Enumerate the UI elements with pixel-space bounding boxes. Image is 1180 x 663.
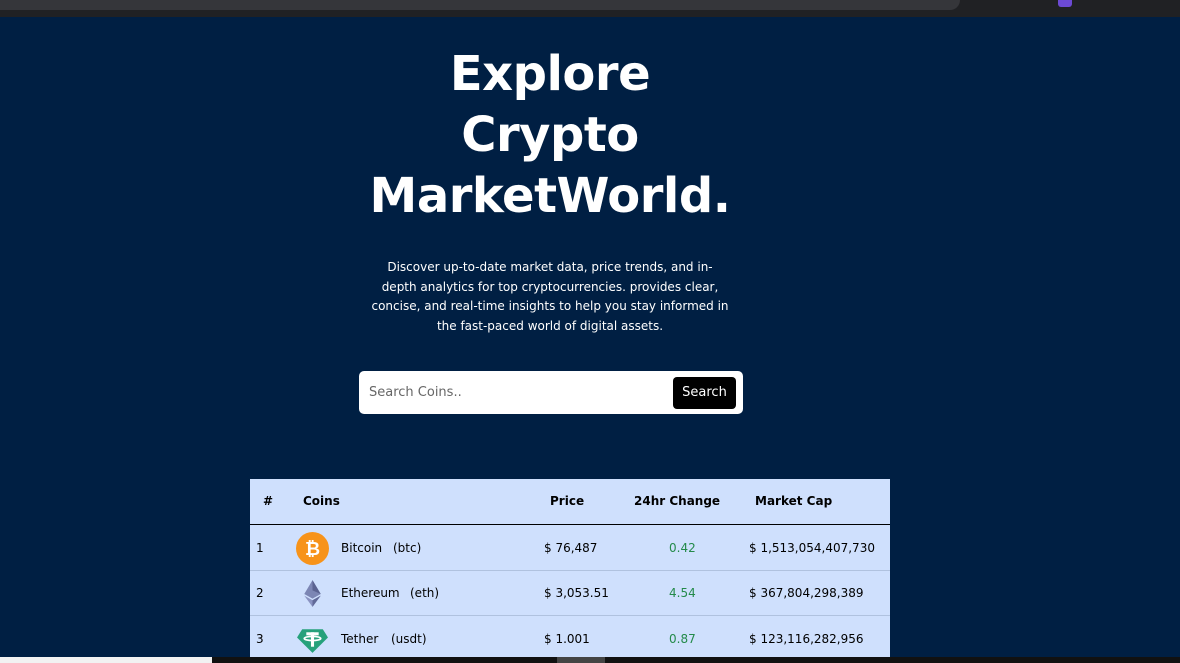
taskbar-segment: [557, 657, 605, 663]
market-cap-cell: $ 367,804,298,389: [749, 586, 864, 600]
table-row[interactable]: 1 ₿ Bitcoin (btc) $ 76,487 0.42 $ 1,513,…: [250, 525, 890, 571]
svg-text:₿: ₿: [305, 539, 320, 560]
search-input[interactable]: [369, 379, 669, 406]
hero-title-line: Explore: [449, 46, 651, 102]
rank-cell: 3: [256, 632, 264, 646]
hero-title-line: MarketWorld.: [369, 168, 731, 224]
hero-description: Discover up-to-date market data, price t…: [371, 260, 729, 333]
coin-name: Ethereum: [341, 586, 400, 600]
price-cell: $ 76,487: [544, 541, 598, 555]
rank-cell: 2: [256, 586, 264, 600]
price-cell: $ 1.001: [544, 632, 590, 646]
market-cap-cell: $ 1,513,054,407,730: [749, 541, 875, 555]
market-cap-cell: $ 123,116,282,956: [749, 632, 864, 646]
coin-table: # Coins Price 24hr Change Market Cap 1 ₿…: [250, 479, 890, 663]
table-header: # Coins Price 24hr Change Market Cap: [250, 479, 890, 525]
rank-cell: 1: [256, 541, 264, 555]
coin-symbol: (eth): [410, 586, 440, 600]
browser-toolbar: [0, 0, 1180, 17]
bitcoin-icon: ₿: [296, 532, 329, 565]
table-row[interactable]: 3 Tether (usdt) $ 1.001 0.87 $ 123,116,2…: [250, 616, 890, 662]
coin-symbol: (btc): [393, 541, 422, 555]
ethereum-icon: [304, 580, 321, 607]
rank-header: #: [263, 494, 274, 508]
market-cap-header: Market Cap: [755, 494, 833, 508]
coins-header: Coins: [303, 494, 340, 508]
change-header: 24hr Change: [634, 494, 721, 508]
search-button[interactable]: Search: [673, 377, 736, 409]
coin-name: Tether: [341, 632, 379, 646]
hero-title-line: Crypto: [461, 107, 639, 163]
change-cell: 0.87: [669, 632, 696, 646]
price-header: Price: [550, 494, 585, 508]
address-bar[interactable]: [0, 0, 960, 10]
table-row[interactable]: 2 Ethereum (eth) $ 3,053.51 4.54 $ 367,8…: [250, 570, 890, 616]
taskbar-segment: [0, 657, 212, 663]
hero-title: Explore Crypto MarketWorld.: [0, 44, 1100, 227]
coin-symbol: (usdt): [391, 632, 427, 646]
tether-icon: [297, 629, 328, 653]
taskbar-strip: [0, 657, 1180, 663]
extension-icon[interactable]: [1058, 0, 1072, 7]
price-cell: $ 3,053.51: [544, 586, 609, 600]
change-cell: 0.42: [669, 541, 696, 555]
coin-name: Bitcoin: [341, 541, 383, 555]
change-cell: 4.54: [669, 586, 696, 600]
